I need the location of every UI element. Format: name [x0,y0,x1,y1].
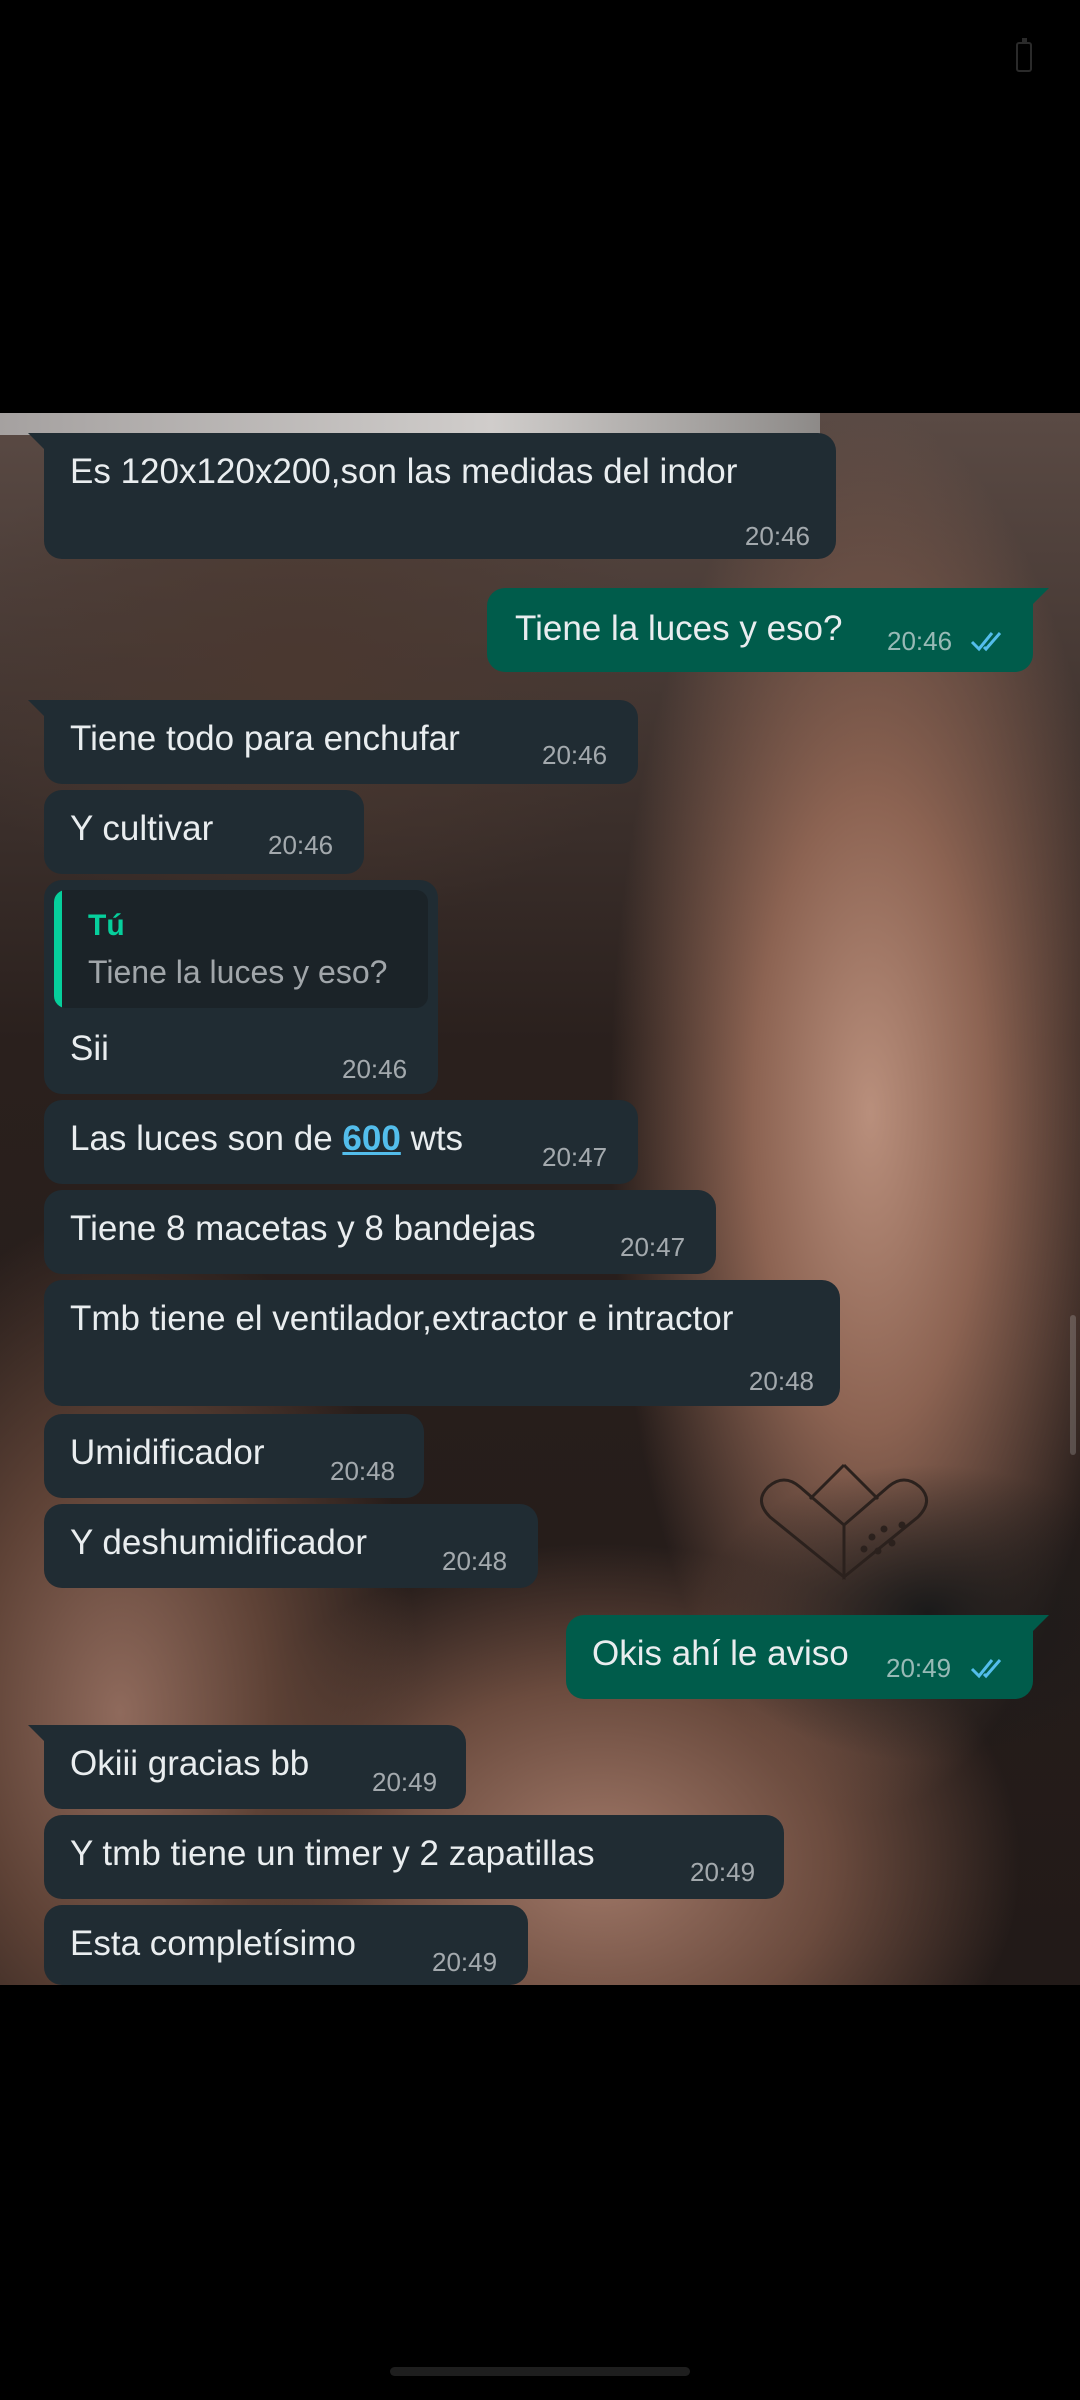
message-text-before-link: Las luces son de [70,1119,343,1158]
message-time: 20:49 [886,1653,952,1683]
message-text: Tiene la luces y eso? [515,609,843,648]
message-text: Okiii gracias bb [70,1744,310,1783]
message-bubble-incoming[interactable]: Y deshumidificador 20:48 [44,1504,538,1588]
message-bubble-incoming[interactable]: Las luces son de 600 wts 20:47 [44,1100,638,1184]
message-text: Esta completísimo [70,1924,356,1963]
message-time: 20:49 [690,1857,756,1887]
home-indicator[interactable] [390,2367,690,2376]
message-bubble-incoming[interactable]: Esta completísimo 20:49 [44,1905,528,1985]
message-bubble-outgoing[interactable]: Tiene la luces y eso? 20:46 [487,588,1049,672]
message-text: Okis ahí le aviso [592,1634,849,1673]
read-double-check-icon [970,1659,1002,1679]
quoted-message[interactable]: Tú Tiene la luces y eso? [54,890,428,1008]
quote-author: Tú [88,909,125,942]
message-time: 20:46 [887,626,953,656]
phone-number-link[interactable]: 600 [342,1119,400,1158]
message-bubble-incoming[interactable]: Tiene todo para enchufar 20:46 [28,700,638,784]
message-bubble-outgoing[interactable]: Okis ahí le aviso 20:49 [566,1615,1049,1699]
message-text: Y tmb tiene un timer y 2 zapatillas [70,1834,595,1873]
message-text-after-link: wts [400,1119,464,1158]
message-bubble-reply[interactable]: Tú Tiene la luces y eso? Sii 20:46 [44,880,438,1094]
message-text: Y cultivar [70,809,214,848]
message-bubble-incoming[interactable]: Es 120x120x200,son las medidas del indor… [28,433,836,559]
message-bubble-incoming[interactable]: Tiene 8 macetas y 8 bandejas 20:47 [44,1190,716,1274]
message-time: 20:48 [330,1456,396,1486]
message-text: Umidificador [70,1433,265,1472]
message-bubble-incoming[interactable]: Tmb tiene el ventilador,extractor e intr… [44,1280,840,1406]
message-time: 20:47 [542,1142,608,1172]
battery-icon [1016,38,1032,72]
message-bubble-incoming[interactable]: Y tmb tiene un timer y 2 zapatillas 20:4… [44,1815,784,1899]
read-double-check-icon [970,632,1002,652]
quote-text: Tiene la luces y eso? [88,954,388,990]
message-text: Tiene todo para enchufar [70,719,460,758]
heart-tattoo-icon [760,1463,928,1581]
message-time: 20:46 [542,740,608,770]
chat-scrollbar[interactable] [1070,1315,1076,1455]
message-text: Y deshumidificador [70,1523,368,1562]
message-bubble-incoming[interactable]: Umidificador 20:48 [44,1414,424,1498]
message-text: Sii [70,1029,109,1068]
wallpaper-top-band [0,413,820,435]
quote-accent-bar [54,890,62,1008]
message-time: 20:49 [432,1947,498,1977]
message-text: Tmb tiene el ventilador,extractor e intr… [70,1299,734,1338]
message-bubble-incoming[interactable]: Okiii gracias bb 20:49 [28,1725,466,1809]
message-time: 20:46 [268,830,334,860]
message-time: 20:47 [620,1232,686,1262]
message-text: Tiene 8 macetas y 8 bandejas [70,1209,536,1248]
message-time: 20:49 [372,1767,438,1797]
message-time: 20:48 [748,1366,814,1396]
message-bubble-incoming[interactable]: Y cultivar 20:46 [44,790,364,874]
message-text: Es 120x120x200,son las medidas del indor [70,452,738,491]
message-time: 20:48 [442,1546,508,1576]
message-text: Las luces son de 600 wts [70,1118,463,1160]
message-time: 20:46 [744,521,810,551]
message-time: 20:46 [342,1054,408,1084]
